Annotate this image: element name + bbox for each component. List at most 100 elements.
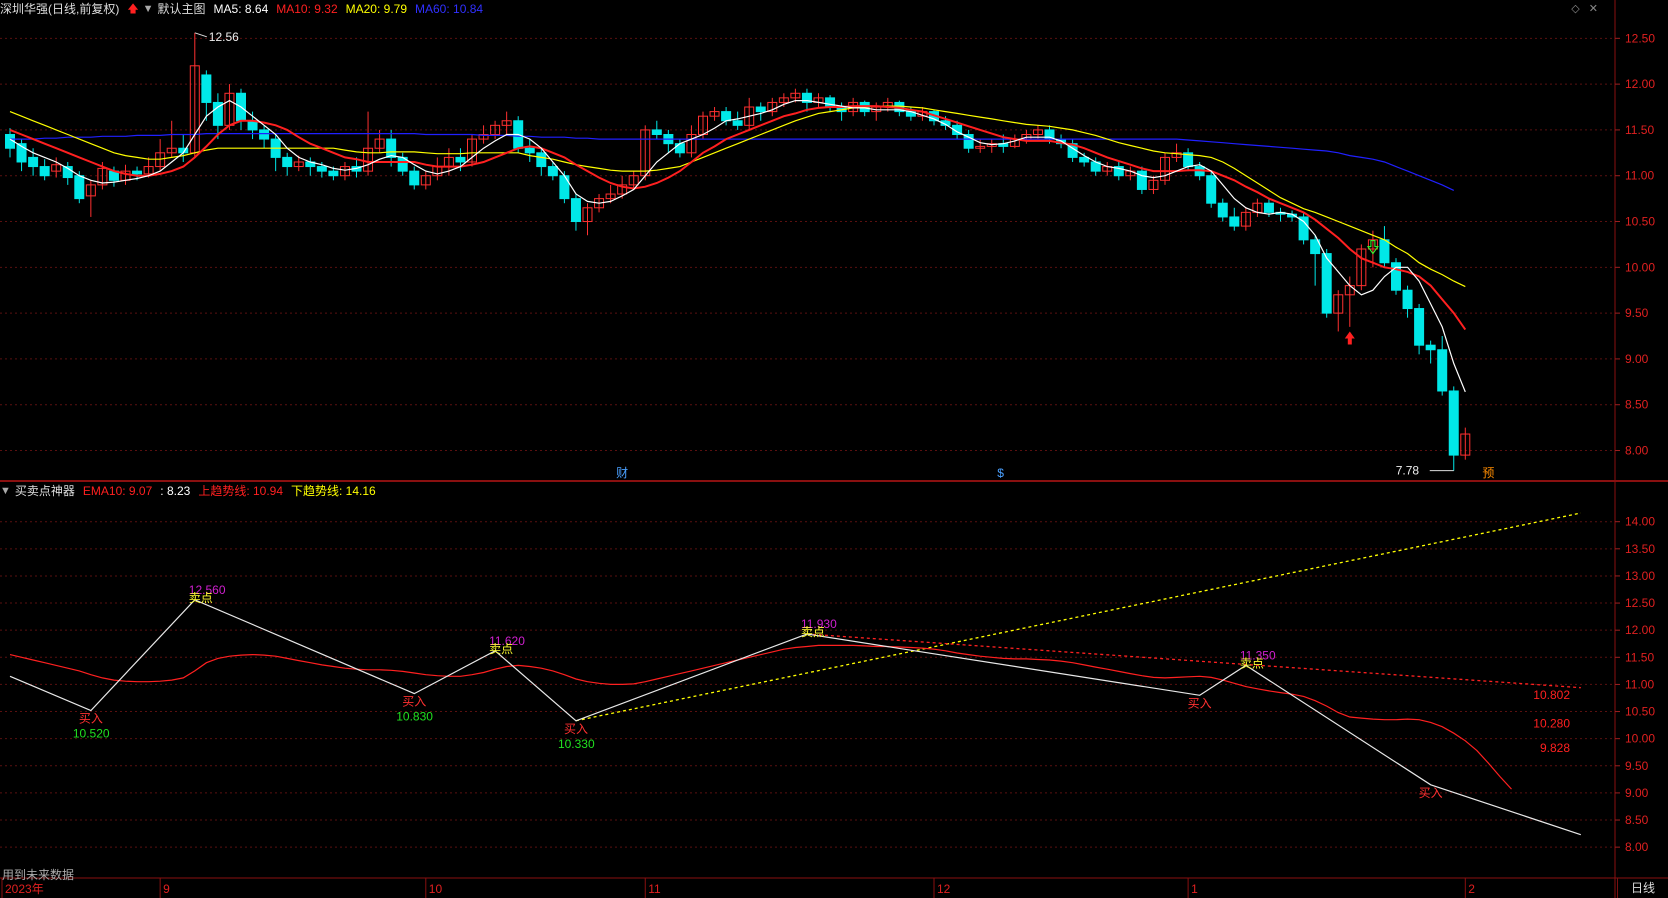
up-trend-value: 上趋势线: 10.94 <box>198 484 284 498</box>
ma10-value: MA10: 9.32 <box>276 2 338 16</box>
candle-body <box>1414 308 1425 346</box>
main-chart-label[interactable]: 默认主图 <box>158 0 206 18</box>
buy-signal-label: 买入 <box>1188 696 1212 710</box>
candle-body <box>524 147 535 154</box>
indicator-tick-label: 13.00 <box>1625 569 1655 583</box>
candle-body <box>74 175 85 200</box>
event-marker: 财 <box>616 466 628 480</box>
ma5-value: MA5: 8.64 <box>213 2 269 16</box>
ma20-value: MA20: 9.79 <box>345 2 407 16</box>
pivot-low-value: 10.330 <box>558 737 595 751</box>
candle-body <box>1079 156 1090 163</box>
indicator-right-label: 10.802 <box>1533 688 1570 702</box>
event-marker: 预 <box>1482 466 1494 480</box>
candle-body <box>1425 344 1436 351</box>
indicator-tick-label: 8.50 <box>1625 813 1649 827</box>
price-tick-label: 12.00 <box>1625 77 1655 91</box>
chart-canvas[interactable]: 12.50 12.00 11.50 11.00 10.50 10.00 9.50 9.00 8.… <box>0 0 1668 898</box>
low-price-label: 7.78 <box>1396 464 1420 478</box>
dropdown-circle-icon[interactable]: ▼ <box>143 0 154 18</box>
indicator-tick-label: 14.00 <box>1625 515 1655 529</box>
price-tick-label: 9.00 <box>1625 352 1649 366</box>
indicator-tick-label: 12.00 <box>1625 623 1655 637</box>
time-axis-label: 10 <box>429 882 443 896</box>
time-axis-label: 12 <box>937 882 951 896</box>
price-tick-label: 8.50 <box>1625 398 1649 412</box>
diamond-icon[interactable]: ◇ <box>1571 3 1579 15</box>
candle-body <box>409 170 420 186</box>
main-chart-header: 深圳华强(日线,前复权) 🡅 ▼ 默认主图 MA5: 8.64 MA10: 9.… <box>0 0 491 18</box>
sell-signal-label: 卖点 <box>489 642 513 656</box>
candle-body <box>282 156 293 168</box>
time-axis-label: 2 <box>1468 882 1475 896</box>
candle-body <box>1217 202 1228 218</box>
buy-signal-label: 买入 <box>1419 786 1443 800</box>
candle-body <box>732 120 743 126</box>
price-tick-label: 11.50 <box>1625 123 1654 137</box>
buy-signal-label: 买入 <box>402 695 426 709</box>
price-tick-label: 10.50 <box>1625 215 1655 229</box>
indicator-tick-label: 10.00 <box>1625 732 1655 746</box>
candle-body <box>1298 216 1309 241</box>
candle-body <box>1402 289 1413 310</box>
pivot-low-value: 10.520 <box>73 726 110 740</box>
indicator-value: : 8.23 <box>160 484 191 498</box>
candle-body <box>674 143 685 154</box>
event-marker: $ <box>997 466 1004 480</box>
candle-body <box>386 138 397 158</box>
price-tick-label: 9.50 <box>1625 306 1649 320</box>
candle-body <box>1448 390 1459 456</box>
indicator-tick-label: 10.50 <box>1625 705 1655 719</box>
period-button[interactable]: 日线 <box>1617 878 1668 898</box>
price-tick-label: 8.00 <box>1625 444 1649 458</box>
candle-body <box>455 156 466 163</box>
candle-body <box>651 129 662 135</box>
candle-body <box>721 111 732 122</box>
indicator-tick-label: 9.50 <box>1625 759 1649 773</box>
ema10-value: EMA10: 9.07 <box>82 484 153 498</box>
down-trend-value: 下趋势线: 14.16 <box>291 484 376 498</box>
indicator-name[interactable]: 买卖点神器 <box>15 482 75 500</box>
time-axis-label: 11 <box>648 882 661 896</box>
stock-title[interactable]: 深圳华强(日线,前复权) <box>0 0 119 18</box>
candle-body <box>1379 239 1390 264</box>
price-tick-label: 10.00 <box>1625 260 1655 274</box>
high-price-label: 12.56 <box>209 30 239 44</box>
indicator-tick-label: 11.00 <box>1625 677 1654 691</box>
window-controls: ◇ ✕ <box>1565 2 1598 15</box>
candle-body <box>39 166 50 177</box>
candle-body <box>536 152 547 168</box>
sell-signal-label: 卖点 <box>801 625 825 639</box>
pivot-low-value: 10.830 <box>396 710 433 724</box>
buy-signal-label: 买入 <box>564 722 588 736</box>
chart-background <box>0 0 1668 898</box>
indicator-tick-label: 11.50 <box>1625 650 1654 664</box>
candle-body <box>825 97 836 108</box>
candle-body <box>201 74 212 103</box>
candle-body <box>132 170 143 175</box>
indicator-right-label: 9.828 <box>1540 741 1570 755</box>
indicator-tick-label: 9.00 <box>1625 786 1649 800</box>
time-axis-label: 2023年 <box>5 882 44 896</box>
candle-body <box>316 166 327 172</box>
ma60-value: MA60: 10.84 <box>415 2 484 16</box>
time-axis-label: 9 <box>163 882 170 896</box>
indicator-tick-label: 8.00 <box>1625 840 1649 854</box>
indicator-tick-label: 13.50 <box>1625 542 1655 556</box>
candle-body <box>559 175 570 200</box>
future-data-note: 用到未来数据 <box>2 868 75 882</box>
up-arrow-icon[interactable]: 🡅 <box>127 0 138 18</box>
indicator-right-label: 10.280 <box>1533 716 1570 730</box>
sell-signal-label: 卖点 <box>1240 656 1264 670</box>
candle-body <box>1206 175 1217 204</box>
candle-body <box>570 198 581 223</box>
candle-body <box>755 106 766 113</box>
candle-body <box>1263 202 1274 213</box>
sell-signal-label: 卖点 <box>189 591 213 605</box>
dropdown-circle-icon[interactable]: ▼ <box>0 482 11 500</box>
indicator-tick-label: 12.50 <box>1625 596 1655 610</box>
candle-body <box>547 166 558 177</box>
candle-body <box>259 129 270 140</box>
close-icon[interactable]: ✕ <box>1589 3 1598 15</box>
candle-body <box>28 156 39 168</box>
